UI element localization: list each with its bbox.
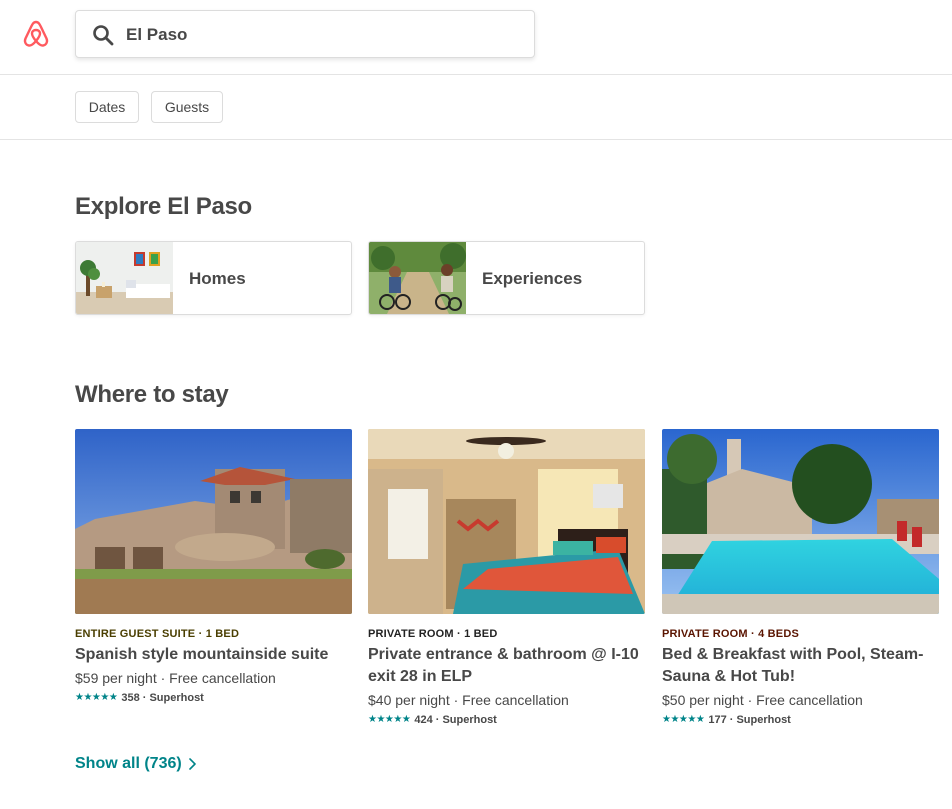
search-icon (93, 25, 114, 46)
listing-kicker: PRIVATE ROOM · 1 BED (368, 628, 498, 640)
guests-filter-button[interactable]: Guests (151, 91, 223, 123)
listing-kicker: ENTIRE GUEST SUITE · 1 BED (75, 628, 240, 640)
star-rating-icon: ★★★★★ (662, 714, 705, 725)
explore-title: Explore El Paso (75, 193, 252, 220)
listing-card[interactable]: ENTIRE GUEST SUITE · 1 BED Spanish style… (75, 429, 352, 706)
where-to-stay-title: Where to stay (75, 381, 229, 408)
category-label-experiences: Experiences (482, 269, 583, 288)
listing-rating: ★★★★★ 177 · Superhost (662, 712, 939, 728)
review-count: 358 · Superhost (121, 692, 204, 704)
star-rating-icon: ★★★★★ (75, 692, 118, 703)
listing-photo[interactable] (75, 429, 352, 614)
star-rating-icon: ★★★★★ (368, 714, 411, 725)
experiences-image (369, 242, 466, 314)
review-count: 177 · Superhost (708, 714, 791, 726)
listing-price: $59 per night · Free cancellation (75, 670, 276, 686)
listing-title[interactable]: Private entrance & bathroom @ I-10 exit … (368, 644, 645, 688)
listing-card[interactable]: PRIVATE ROOM · 1 BED Private entrance & … (368, 429, 645, 728)
filter-bar: Dates Guests (0, 75, 952, 140)
airbnb-logo-icon[interactable] (20, 18, 52, 50)
category-label-homes: Homes (189, 269, 246, 288)
listing-title[interactable]: Spanish style mountainside suite (75, 644, 352, 666)
search-bar[interactable] (75, 10, 535, 58)
category-card-experiences[interactable]: Experiences (368, 241, 645, 315)
search-input[interactable] (126, 21, 506, 49)
header (0, 0, 952, 75)
listing-kicker: PRIVATE ROOM · 4 BEDS (662, 628, 800, 640)
listing-rating: ★★★★★ 424 · Superhost (368, 712, 645, 728)
listing-photo[interactable] (662, 429, 939, 614)
category-card-homes[interactable]: Homes (75, 241, 352, 315)
show-all-link[interactable]: Show all (736) (75, 755, 196, 773)
dates-filter-button[interactable]: Dates (75, 91, 139, 123)
listing-price: $40 per night · Free cancellation (368, 692, 569, 708)
homes-image (76, 242, 173, 314)
listing-photo[interactable] (368, 429, 645, 614)
chevron-right-icon (188, 758, 196, 770)
listing-price: $50 per night · Free cancellation (662, 692, 863, 708)
show-all-label: Show all (736) (75, 755, 182, 772)
listing-card[interactable]: PRIVATE ROOM · 4 BEDS Bed & Breakfast wi… (662, 429, 939, 728)
review-count: 424 · Superhost (414, 714, 497, 726)
listing-title[interactable]: Bed & Breakfast with Pool, Steam-Sauna &… (662, 644, 939, 688)
listing-rating: ★★★★★ 358 · Superhost (75, 690, 352, 706)
